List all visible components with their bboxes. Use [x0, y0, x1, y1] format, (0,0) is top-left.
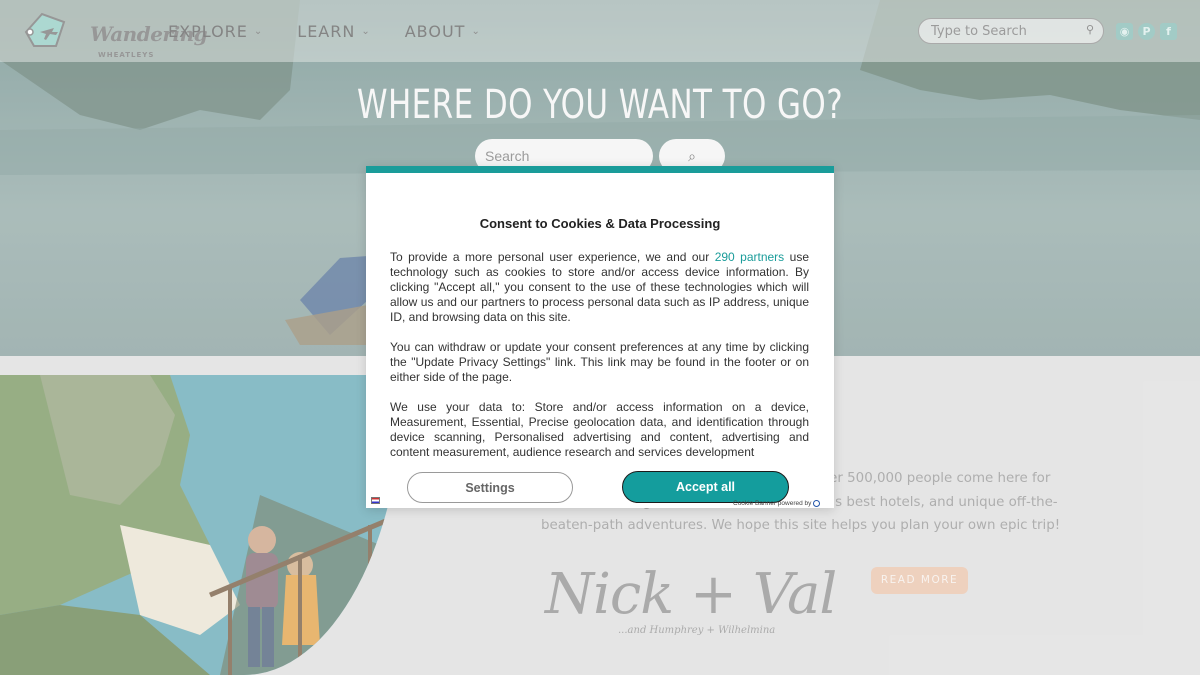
powered-by-label: Cookie Banner powered by	[733, 500, 821, 508]
consent-paragraph: We use your data to: Store and/or access…	[390, 400, 809, 459]
cookie-consent-modal: Consent to Cookies & Data Processing To …	[366, 166, 834, 508]
accept-all-button[interactable]: Accept all	[622, 471, 789, 503]
language-flag-icon[interactable]	[371, 497, 380, 504]
settings-button[interactable]: Settings	[407, 472, 573, 503]
provider-logo-icon	[813, 500, 821, 507]
consent-paragraph: You can withdraw or update your consent …	[390, 340, 809, 384]
consent-title: Consent to Cookies & Data Processing	[479, 216, 721, 231]
consent-text: To provide a more personal user experien…	[390, 250, 715, 264]
partners-link[interactable]: 290 partners	[715, 250, 785, 264]
powered-by-text: Cookie Banner powered by	[733, 500, 812, 508]
consent-paragraph: To provide a more personal user experien…	[390, 250, 809, 325]
consent-body: To provide a more personal user experien…	[390, 250, 809, 475]
